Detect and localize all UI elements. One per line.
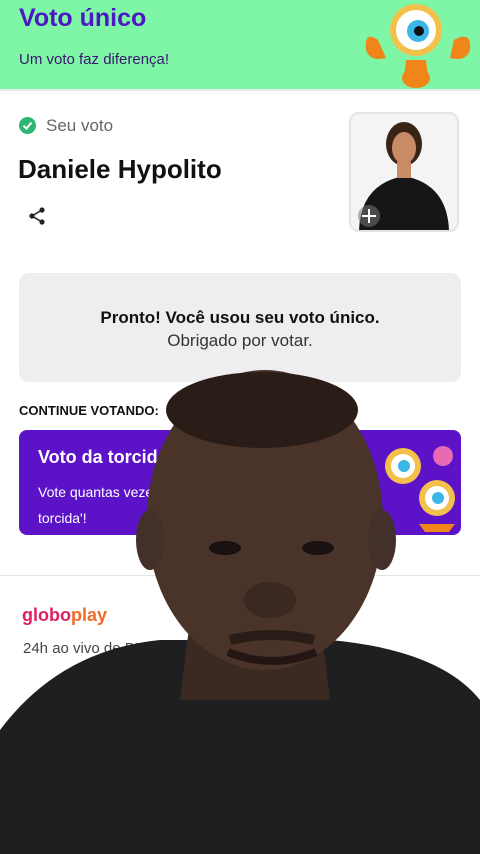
confirmation-subtitle: Obrigado por votar. [167,331,313,350]
continue-heading: CONTINUE VOTANDO: [19,403,159,418]
globoplay-description: 24h ao vivo de BBB é só no Globoplay [23,640,280,657]
globoplay-logo: globoplay [22,605,107,626]
drag-icon[interactable] [357,204,381,228]
confirmation-title: Pronto! Você usou seu voto único. [100,308,380,327]
banner-title: Voto único [19,4,147,32]
vote-status-label: Seu voto [46,116,114,135]
globoplay-logo-play: play [70,605,108,625]
banner-subtitle: Um voto faz diferença! [19,51,170,68]
share-icon[interactable] [27,206,47,226]
globoplay-logo-glo: globo [22,605,71,625]
candidate-name: Daniele Hypolito [18,154,222,184]
confirmation-box: Pronto! Você usou seu voto único. Obriga… [19,273,461,382]
torcida-description: Vote quantas vezes quiser no 'Voto da to… [38,484,276,526]
section-divider [0,575,480,576]
voto-torcida-card[interactable]: Voto da torcida Vote quantas vezes quise… [19,430,461,535]
mascot-icon [365,4,471,88]
torcida-title: Voto da torcida [38,447,168,467]
check-circle-icon [19,117,36,134]
mascot-group-icon [385,446,455,532]
header-banner: Voto único Um voto faz diferença! [0,0,480,91]
